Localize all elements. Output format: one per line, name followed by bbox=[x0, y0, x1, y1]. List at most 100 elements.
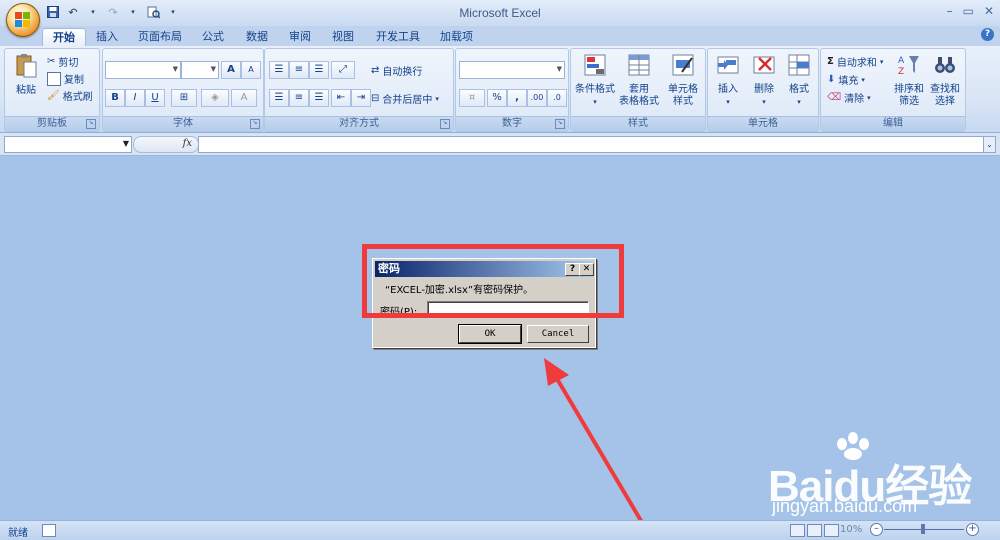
borders-button[interactable]: ⊞ bbox=[171, 89, 197, 107]
fill-button[interactable]: ⬇ 填充 ▾ bbox=[827, 72, 865, 87]
align-top-icon[interactable]: ☰ bbox=[269, 61, 289, 79]
dialog-launcher-icon[interactable]: ↘ bbox=[86, 119, 96, 129]
tab-developer[interactable]: 开发工具 bbox=[366, 28, 430, 46]
brush-icon: 🖌 bbox=[47, 90, 60, 101]
delete-cells-icon bbox=[753, 56, 775, 74]
insert-cells-button[interactable]: 插入 ▾ bbox=[710, 52, 746, 108]
name-box[interactable]: ▼ bbox=[4, 136, 132, 153]
grow-font-button[interactable]: A bbox=[221, 61, 241, 79]
zoom-slider-thumb[interactable] bbox=[921, 524, 925, 534]
orientation-icon[interactable]: ⤢ bbox=[331, 61, 355, 79]
decrease-indent-icon[interactable]: ⇤ bbox=[331, 89, 351, 107]
cell-styles-icon bbox=[672, 54, 694, 76]
formula-input[interactable] bbox=[198, 136, 984, 153]
group-font-label: 字体 bbox=[103, 116, 263, 131]
align-middle-icon[interactable]: ≡ bbox=[289, 61, 309, 79]
app-title: Microsoft Excel bbox=[459, 6, 541, 20]
font-size-combo[interactable]: ▼ bbox=[181, 61, 219, 79]
close-window-icon[interactable]: ✕ bbox=[984, 4, 994, 18]
bold-button[interactable]: B bbox=[105, 89, 125, 107]
watermark-url: jingyan.baidu.com bbox=[772, 496, 918, 516]
conditional-formatting-icon bbox=[584, 54, 606, 76]
tab-addins[interactable]: 加载项 bbox=[430, 28, 483, 46]
help-icon[interactable]: ? bbox=[981, 28, 994, 41]
wrap-text-icon: ⇄ bbox=[371, 65, 380, 76]
sort-filter-icon: AZ bbox=[898, 56, 919, 77]
italic-button[interactable]: I bbox=[125, 89, 145, 107]
cell-styles-button[interactable]: 单元格 样式 bbox=[663, 52, 703, 108]
find-select-button[interactable]: 查找和 选择 bbox=[927, 52, 963, 108]
group-styles-label: 样式 bbox=[571, 116, 705, 131]
dialog-launcher-icon[interactable]: ↘ bbox=[440, 119, 450, 129]
tab-insert[interactable]: 插入 bbox=[86, 28, 128, 46]
group-number-label: 数字 bbox=[456, 116, 568, 131]
page-break-view-icon[interactable] bbox=[824, 524, 839, 537]
autosum-button[interactable]: Σ 自动求和 ▾ bbox=[827, 54, 883, 69]
fill-color-button[interactable]: ◈ bbox=[201, 89, 229, 107]
merge-center-button[interactable]: ⊟ 合并后居中 ▾ bbox=[371, 91, 439, 106]
format-as-table-button[interactable]: 套用 表格格式 bbox=[617, 52, 661, 108]
comma-button[interactable]: , bbox=[507, 89, 527, 107]
align-bottom-icon[interactable]: ☰ bbox=[309, 61, 329, 79]
tab-formulas[interactable]: 公式 bbox=[192, 28, 234, 46]
delete-cells-button[interactable]: 删除 ▾ bbox=[746, 52, 782, 108]
format-cells-button[interactable]: 格式 ▾ bbox=[782, 52, 816, 108]
group-clipboard: 粘贴 ✂ 剪切 复制 🖌 格式刷 剪贴板 ↘ bbox=[4, 48, 100, 132]
window-controls: – ▭ ✕ bbox=[947, 4, 994, 18]
tab-page-layout[interactable]: 页面布局 bbox=[128, 28, 192, 46]
chevron-down-icon[interactable]: ▼ bbox=[123, 139, 129, 148]
title-bar: ↶ ▾ ↷ ▾ ▾ Microsoft Excel – ▭ ✕ bbox=[0, 0, 1000, 27]
font-color-button[interactable]: A bbox=[231, 89, 257, 107]
font-name-combo[interactable]: ▼ bbox=[105, 61, 181, 79]
number-format-combo[interactable]: ▼ bbox=[459, 61, 565, 79]
binoculars-icon bbox=[935, 57, 955, 73]
clear-button[interactable]: ⌫ 清除 ▾ bbox=[827, 90, 871, 105]
group-cells-label: 单元格 bbox=[708, 116, 818, 131]
zoom-out-icon[interactable]: – bbox=[870, 523, 883, 536]
watermark: Baidu经验 jingyan.baidu.com bbox=[760, 428, 1000, 528]
merge-icon: ⊟ bbox=[371, 93, 380, 104]
align-left-icon[interactable]: ☰ bbox=[269, 89, 289, 107]
expand-formula-bar-icon[interactable]: ⌄ bbox=[983, 136, 996, 153]
normal-view-icon[interactable] bbox=[790, 524, 805, 537]
conditional-formatting-button[interactable]: 条件格式 ▾ bbox=[573, 52, 617, 108]
copy-button[interactable]: 复制 bbox=[47, 71, 84, 86]
increase-decimal-button[interactable]: .00 bbox=[527, 89, 547, 107]
format-painter-button[interactable]: 🖌 格式刷 bbox=[47, 88, 93, 103]
ok-button[interactable]: OK bbox=[458, 324, 522, 344]
office-button[interactable] bbox=[6, 3, 40, 37]
tab-review[interactable]: 审阅 bbox=[279, 28, 321, 46]
svg-text:Z: Z bbox=[898, 67, 904, 77]
cut-button[interactable]: ✂ 剪切 bbox=[47, 54, 78, 69]
percent-button[interactable]: % bbox=[487, 89, 507, 107]
zoom-level[interactable]: 10% bbox=[840, 524, 862, 535]
group-number: ▼ ¤ % , .00 .0 数字 ↘ bbox=[455, 48, 569, 132]
tab-data[interactable]: 数据 bbox=[236, 28, 278, 46]
group-alignment-label: 对齐方式 bbox=[265, 116, 453, 131]
dialog-launcher-icon[interactable]: ↘ bbox=[555, 119, 565, 129]
currency-button[interactable]: ¤ bbox=[459, 89, 485, 107]
page-layout-view-icon[interactable] bbox=[807, 524, 822, 537]
align-right-icon[interactable]: ☰ bbox=[309, 89, 329, 107]
dialog-launcher-icon[interactable]: ↘ bbox=[250, 119, 260, 129]
fill-down-icon: ⬇ bbox=[827, 74, 836, 85]
maximize-icon[interactable]: ▭ bbox=[963, 4, 974, 18]
tab-view[interactable]: 视图 bbox=[322, 28, 364, 46]
decrease-decimal-button[interactable]: .0 bbox=[547, 89, 567, 107]
svg-text:A: A bbox=[898, 56, 905, 66]
insert-function-button[interactable]: fx bbox=[133, 136, 199, 153]
align-center-icon[interactable]: ≡ bbox=[289, 89, 309, 107]
cancel-button[interactable]: Cancel bbox=[527, 325, 589, 343]
increase-indent-icon[interactable]: ⇥ bbox=[351, 89, 371, 107]
paste-button[interactable]: 粘贴 bbox=[9, 53, 43, 97]
underline-button[interactable]: U bbox=[145, 89, 165, 107]
wrap-text-button[interactable]: ⇄ 自动换行 bbox=[371, 63, 422, 78]
tab-home[interactable]: 开始 bbox=[42, 28, 86, 47]
zoom-in-icon[interactable]: + bbox=[966, 523, 979, 536]
minimize-icon[interactable]: – bbox=[947, 4, 953, 18]
macro-record-icon[interactable] bbox=[42, 524, 56, 537]
shrink-font-button[interactable]: A bbox=[241, 61, 261, 79]
fill-bucket-icon: ◈ bbox=[211, 92, 219, 103]
status-bar: 就绪 10% – + bbox=[0, 520, 1000, 540]
sort-filter-button[interactable]: AZ 排序和 筛选 bbox=[891, 52, 927, 108]
